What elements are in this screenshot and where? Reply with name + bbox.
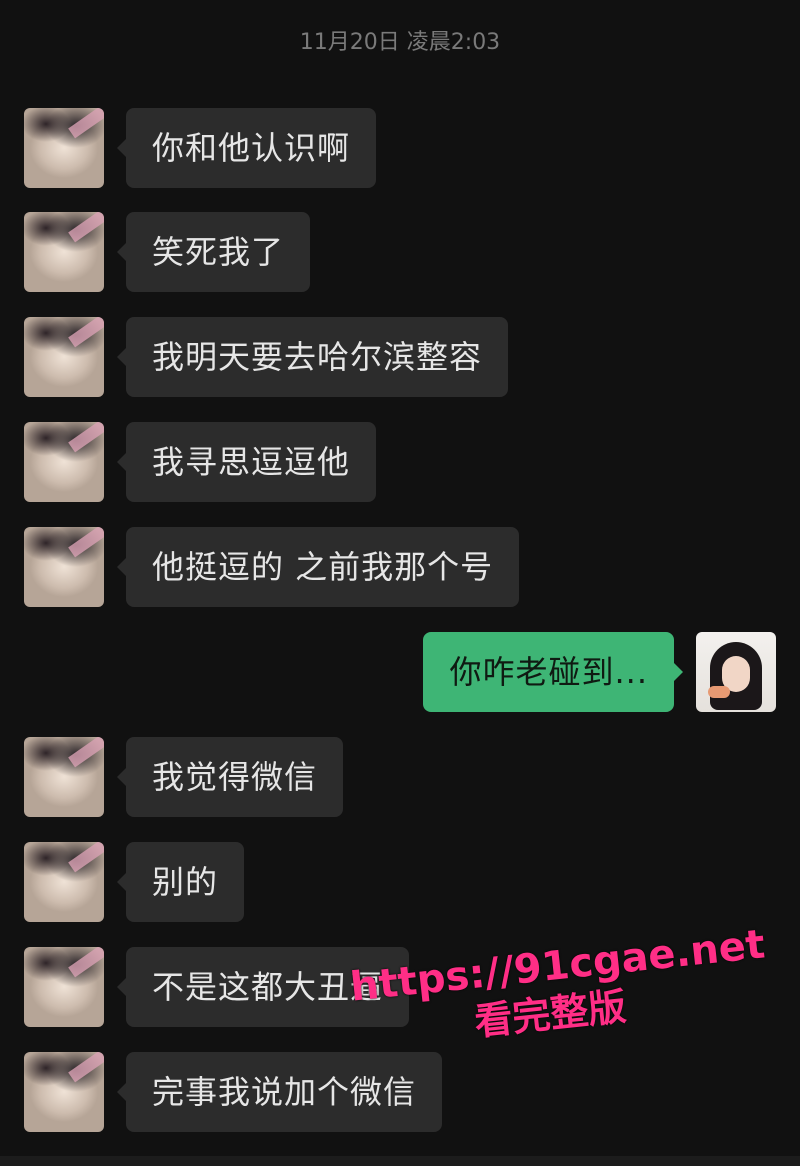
user-avatar[interactable] [696,632,776,712]
contact-avatar[interactable] [24,737,104,817]
message-row-incoming: 笑死我了 [0,212,800,294]
message-bubble[interactable]: 我觉得微信 [116,737,344,817]
contact-avatar[interactable] [24,1052,104,1132]
message-row-incoming: 我寻思逗逗他 [0,422,800,504]
message-bubble[interactable]: 完事我说加个微信 [116,1052,443,1132]
watermark-overlay: https://91cgae.net 看完整版 [348,920,776,1057]
message-row-incoming: 我觉得微信 [0,737,800,819]
message-row-incoming: 你和他认识啊 [0,108,800,190]
message-bubble[interactable]: 我明天要去哈尔滨整容 [116,317,509,397]
avatar-hand [708,686,730,698]
message-row-incoming: 别的 [0,842,800,924]
message-row-incoming: 他挺逗的 之前我那个号 [0,527,800,609]
contact-avatar[interactable] [24,842,104,922]
contact-avatar[interactable] [24,108,104,188]
message-timestamp: 11月20日 凌晨2:03 [299,30,501,55]
message-row-incoming: 我明天要去哈尔滨整容 [0,317,800,399]
message-bubble[interactable]: 笑死我了 [116,212,311,292]
message-bubble[interactable]: 别的 [116,842,245,922]
message-row-incoming: 完事我说加个微信 [0,1052,800,1134]
contact-avatar[interactable] [24,422,104,502]
message-bubble[interactable]: 他挺逗的 之前我那个号 [116,527,520,607]
contact-avatar[interactable] [24,947,104,1027]
contact-avatar[interactable] [24,527,104,607]
message-bubble[interactable]: 我寻思逗逗他 [116,422,377,502]
message-row-outgoing: 你咋老碰到... [0,632,800,714]
contact-avatar[interactable] [24,317,104,397]
message-bubble-outgoing[interactable]: 你咋老碰到... [423,632,683,712]
message-bubble[interactable]: 你和他认识啊 [116,108,377,188]
bottom-bar [0,1156,800,1166]
contact-avatar[interactable] [24,212,104,292]
